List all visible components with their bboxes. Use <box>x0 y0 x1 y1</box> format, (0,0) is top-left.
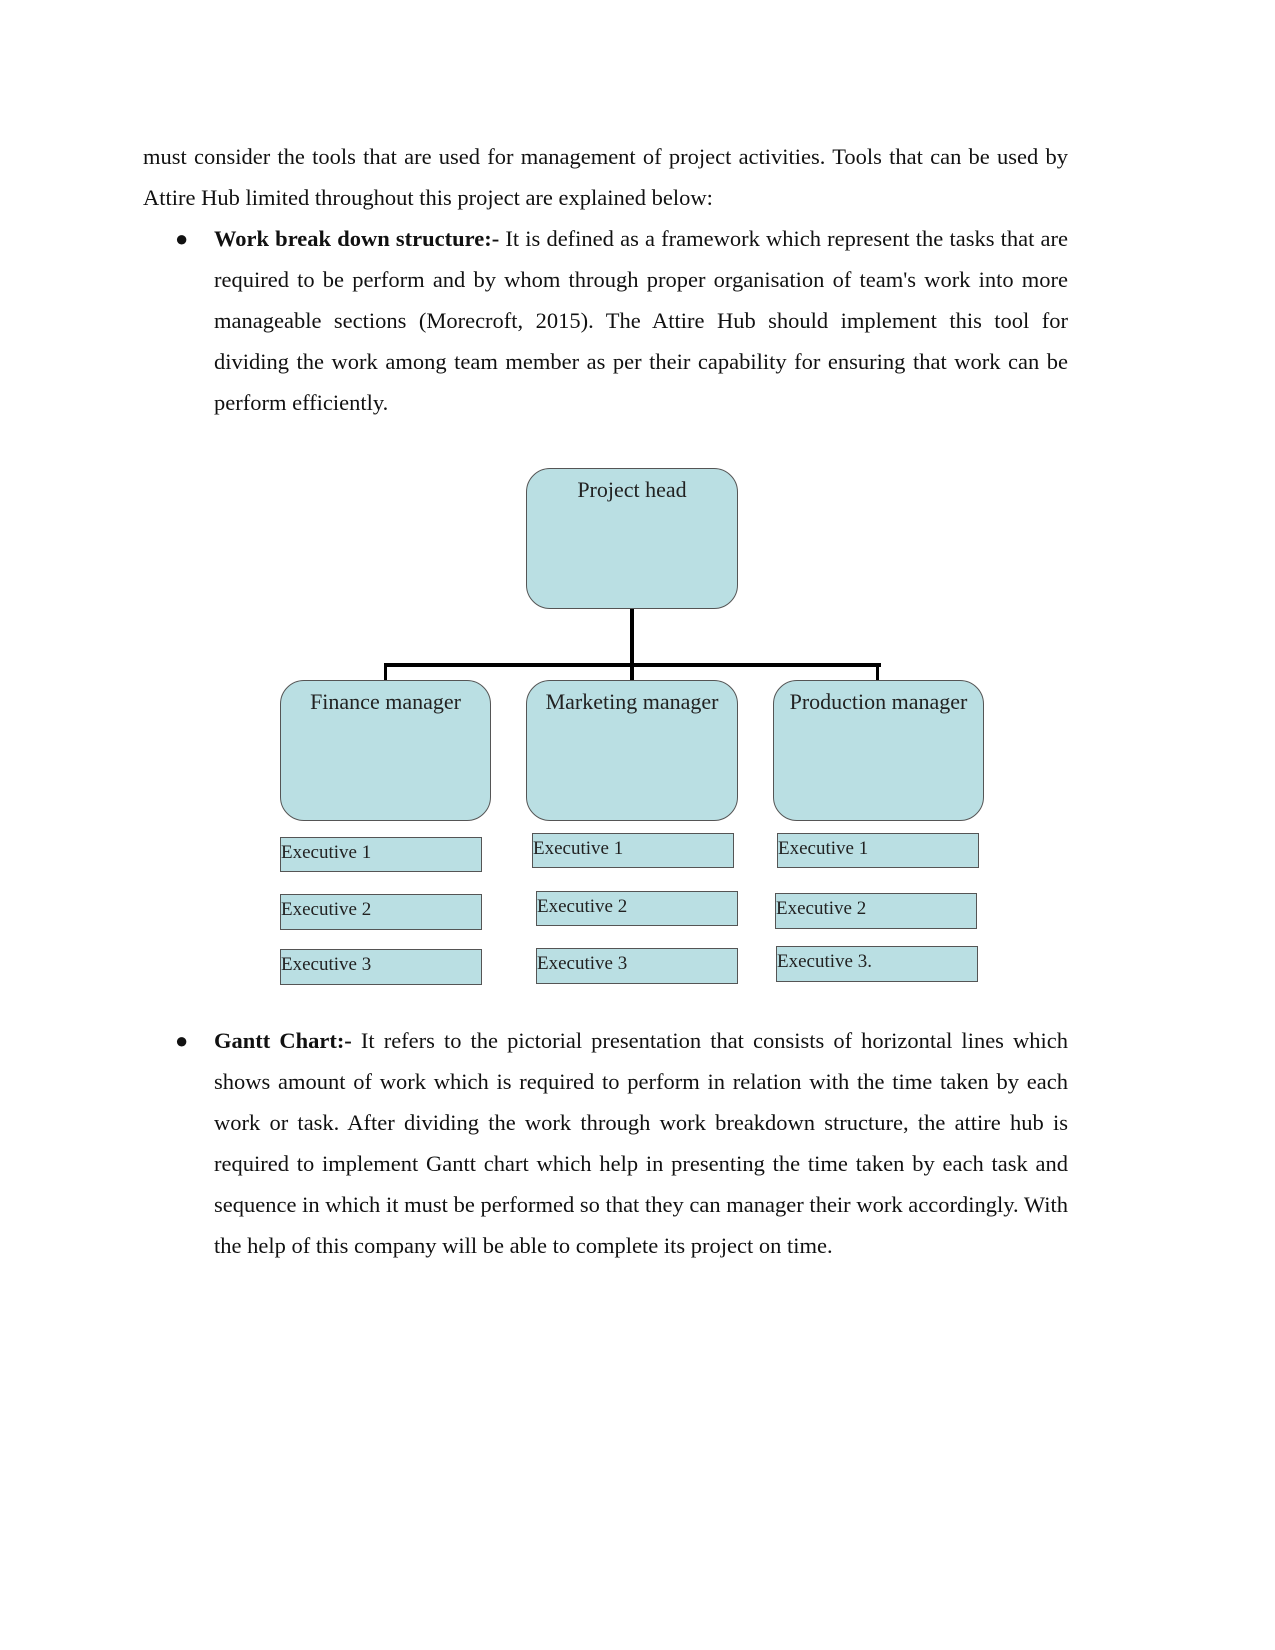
executive-box: Executive 1 <box>777 833 979 868</box>
executive-box: Executive 1 <box>280 837 482 872</box>
connector-line <box>630 609 634 667</box>
executive-box: Executive 2 <box>536 891 738 926</box>
bullet-term: Gantt Chart:- <box>214 1028 352 1053</box>
bullet-text: It refers to the pictorial presentation … <box>214 1028 1068 1258</box>
executive-box: Executive 2 <box>775 893 977 929</box>
bullet-text: It is defined as a framework which repre… <box>214 226 1069 415</box>
bullet-gantt: ● Gantt Chart:- It refers to the pictori… <box>175 1020 1068 1266</box>
executive-box: Executive 3. <box>776 946 978 982</box>
executive-box: Executive 3 <box>280 949 482 985</box>
executive-box: Executive 1 <box>532 833 734 868</box>
bullet-term: Work break down structure:- <box>214 226 500 251</box>
project-head-box: Project head <box>526 468 738 609</box>
production-manager-box: Production manager <box>773 680 984 821</box>
marketing-manager-box: Marketing manager <box>526 680 738 821</box>
connector-line <box>876 663 879 681</box>
executive-box: Executive 2 <box>280 894 482 930</box>
bullet-wbs: ● Work break down structure:- It is defi… <box>175 218 1069 423</box>
bullet-icon: ● <box>175 226 189 251</box>
intro-paragraph: must consider the tools that are used fo… <box>143 144 1068 210</box>
executive-box: Executive 3 <box>536 948 738 984</box>
bullet-icon: ● <box>175 1028 189 1053</box>
connector-line <box>384 663 387 681</box>
finance-manager-box: Finance manager <box>280 680 491 821</box>
connector-line <box>630 663 634 681</box>
